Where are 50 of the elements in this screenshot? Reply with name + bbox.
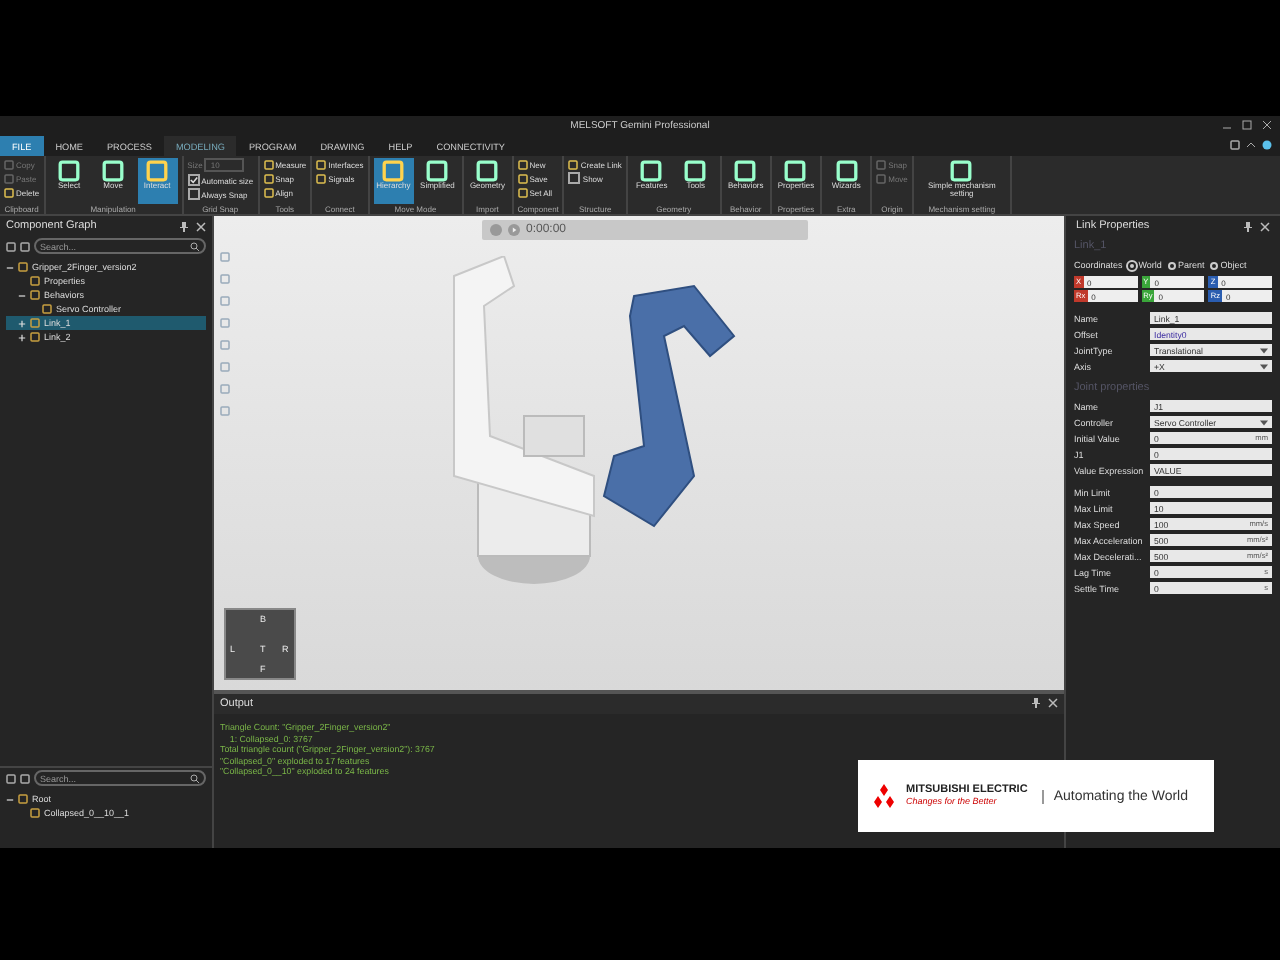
search-icon bbox=[190, 773, 200, 783]
plus-icon[interactable] bbox=[18, 319, 26, 327]
square-icon bbox=[876, 159, 887, 169]
square-icon bbox=[734, 160, 757, 182]
square-icon bbox=[4, 159, 14, 169]
square-icon bbox=[263, 159, 274, 169]
collapse-ribbon-icon[interactable] bbox=[1246, 140, 1256, 150]
square-icon bbox=[316, 173, 327, 183]
pin-icon[interactable] bbox=[180, 221, 188, 231]
pin-icon[interactable] bbox=[1032, 698, 1040, 708]
caret-icon bbox=[1260, 347, 1268, 353]
square-icon bbox=[476, 160, 499, 182]
square-icon bbox=[426, 160, 449, 182]
diamonds-icon bbox=[870, 784, 898, 808]
checkbox[interactable] bbox=[187, 188, 200, 200]
checkbox[interactable] bbox=[568, 172, 581, 184]
square-icon bbox=[876, 173, 887, 183]
radio-icon[interactable] bbox=[1128, 261, 1137, 269]
square-icon bbox=[784, 160, 807, 182]
close-icon[interactable] bbox=[1262, 120, 1272, 130]
caret-icon bbox=[1260, 419, 1268, 425]
caret-icon bbox=[1260, 363, 1268, 369]
square-icon bbox=[58, 160, 81, 182]
square-icon bbox=[146, 160, 169, 182]
square-icon bbox=[4, 173, 14, 183]
square-icon bbox=[4, 187, 14, 197]
minus-icon[interactable] bbox=[18, 291, 26, 299]
maximize-icon[interactable] bbox=[1242, 120, 1252, 130]
close-icon[interactable] bbox=[1260, 221, 1270, 231]
square-icon bbox=[316, 159, 327, 169]
square-icon bbox=[517, 187, 528, 197]
square-icon bbox=[517, 159, 528, 169]
square-icon bbox=[950, 160, 973, 182]
minus-icon[interactable] bbox=[6, 263, 14, 271]
plus-icon[interactable] bbox=[18, 333, 26, 341]
pin-icon[interactable] bbox=[1244, 221, 1252, 231]
square-icon bbox=[102, 160, 125, 182]
square-icon bbox=[517, 173, 528, 183]
close-icon[interactable] bbox=[1048, 698, 1058, 708]
square-icon bbox=[263, 173, 274, 183]
search-icon bbox=[190, 241, 200, 251]
checkbox[interactable] bbox=[187, 174, 200, 186]
square-icon bbox=[684, 160, 707, 182]
close-icon[interactable] bbox=[196, 221, 206, 231]
square-icon bbox=[568, 159, 579, 169]
minus-icon[interactable] bbox=[6, 795, 14, 803]
square-icon bbox=[640, 160, 663, 182]
square-icon bbox=[263, 187, 274, 197]
square-icon bbox=[835, 160, 858, 182]
square-icon bbox=[382, 160, 405, 182]
